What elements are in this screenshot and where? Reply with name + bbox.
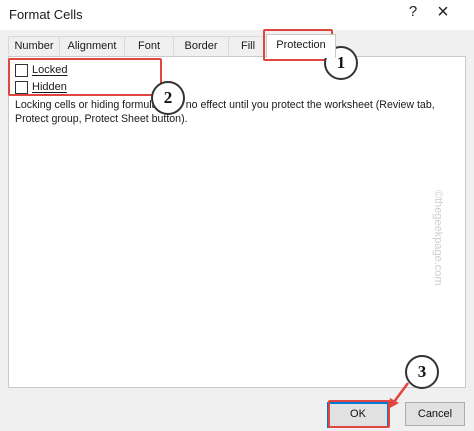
watermark-text: ©thegeekpage.com bbox=[432, 190, 444, 286]
tab-protection[interactable]: Protection bbox=[266, 34, 336, 58]
step-2-badge: 2 bbox=[151, 81, 185, 115]
tab-number[interactable]: Number bbox=[8, 36, 60, 55]
tab-alignment[interactable]: Alignment bbox=[59, 36, 125, 55]
title-bar: Format Cells ? × bbox=[0, 0, 474, 30]
protection-description: Locking cells or hiding formulas has no … bbox=[15, 99, 435, 125]
help-icon[interactable]: ? bbox=[404, 3, 422, 23]
tab-border[interactable]: Border bbox=[173, 36, 229, 55]
step-3-badge: 3 bbox=[405, 355, 439, 389]
highlight-locked-checkbox bbox=[8, 58, 162, 96]
tab-fill[interactable]: Fill bbox=[228, 36, 268, 55]
highlight-ok-button bbox=[328, 400, 390, 428]
format-cells-dialog: Format Cells ? × Number Alignment Font B… bbox=[0, 0, 474, 431]
tab-font[interactable]: Font bbox=[124, 36, 174, 55]
protection-panel: Locked Hidden Locking cells or hiding fo… bbox=[8, 56, 466, 388]
dialog-title: Format Cells bbox=[9, 7, 83, 22]
cancel-button[interactable]: Cancel bbox=[405, 402, 465, 426]
close-icon[interactable]: × bbox=[433, 1, 453, 25]
